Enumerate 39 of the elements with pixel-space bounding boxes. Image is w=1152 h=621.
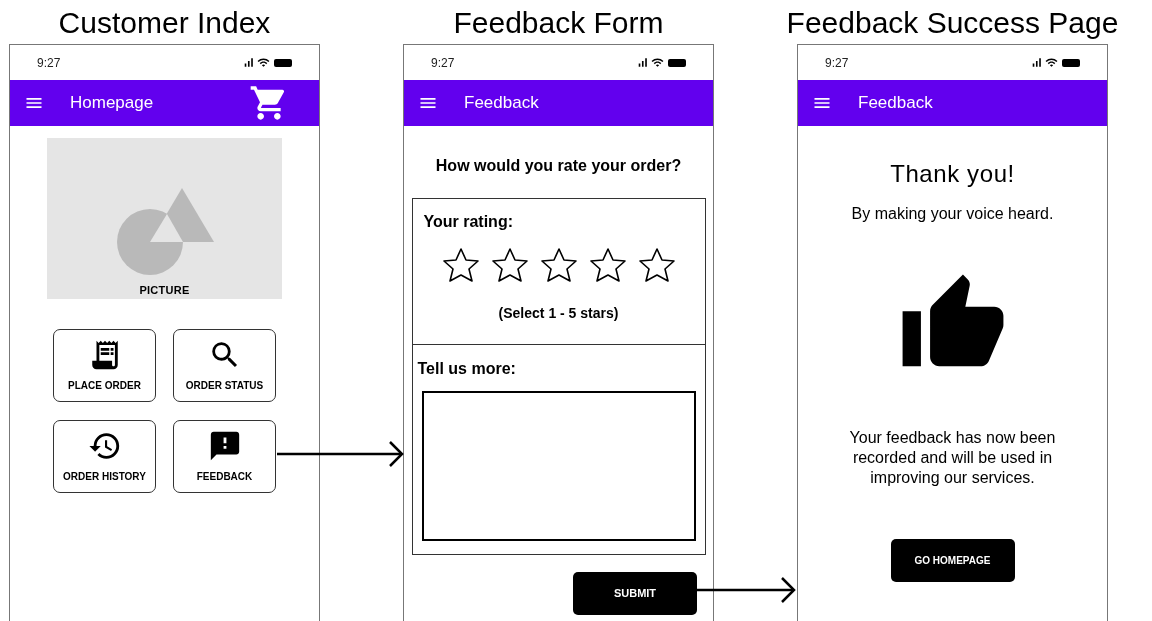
wifi-icon (257, 56, 270, 69)
screen-caption: Feedback Success Page (786, 4, 1119, 41)
comment-field[interactable] (421, 391, 696, 541)
signal-icon (1030, 56, 1043, 69)
star-icon[interactable] (637, 247, 676, 283)
status-time: 9:27 (431, 54, 455, 72)
menu-tile[interactable]: ORDER STATUS (173, 329, 276, 402)
menu-tile[interactable]: PLACE ORDER (53, 329, 156, 402)
app-bar-title: Feedback (464, 92, 540, 115)
subheading: By making your voice heard. (851, 204, 1054, 224)
app-bar-title: Homepage (70, 92, 155, 115)
confirmation-message: Your feedback has now been recorded and will be used in improving our services. (848, 428, 1057, 488)
battery-icon (274, 58, 292, 67)
question-text: How would you rate your order? (435, 156, 682, 176)
comment-label: Tell us more: (417, 359, 517, 379)
signal-icon (636, 56, 649, 69)
star-icon[interactable] (588, 247, 627, 283)
battery-icon (668, 58, 686, 67)
battery-icon (1062, 58, 1080, 67)
wifi-icon (1045, 56, 1058, 69)
signal-icon (242, 56, 255, 69)
picture-label: PICTURE (139, 282, 190, 298)
status-time: 9:27 (37, 54, 61, 72)
menu-tile[interactable]: ORDER HISTORY (53, 420, 156, 493)
rating-hint: (Select 1 - 5 stars) (498, 304, 619, 323)
menu-tile[interactable]: FEEDBACK (173, 420, 276, 493)
wifi-icon (651, 56, 664, 69)
shapes-icon (115, 187, 214, 276)
screen-caption: Feedback Form (453, 4, 664, 41)
go-homepage-button[interactable]: GO HOMEPAGE (890, 539, 1015, 582)
star-icon[interactable] (441, 247, 480, 283)
thank-you-heading: Thank you! (890, 159, 1015, 189)
app-bar-title: Feedback (858, 92, 934, 115)
star-icon[interactable] (539, 247, 578, 283)
star-icon[interactable] (490, 247, 529, 283)
status-time: 9:27 (825, 54, 849, 72)
screen-caption: Customer Index (58, 4, 271, 41)
rating-label: Your rating: (423, 212, 514, 232)
submit-button[interactable]: SUBMIT (573, 572, 697, 615)
